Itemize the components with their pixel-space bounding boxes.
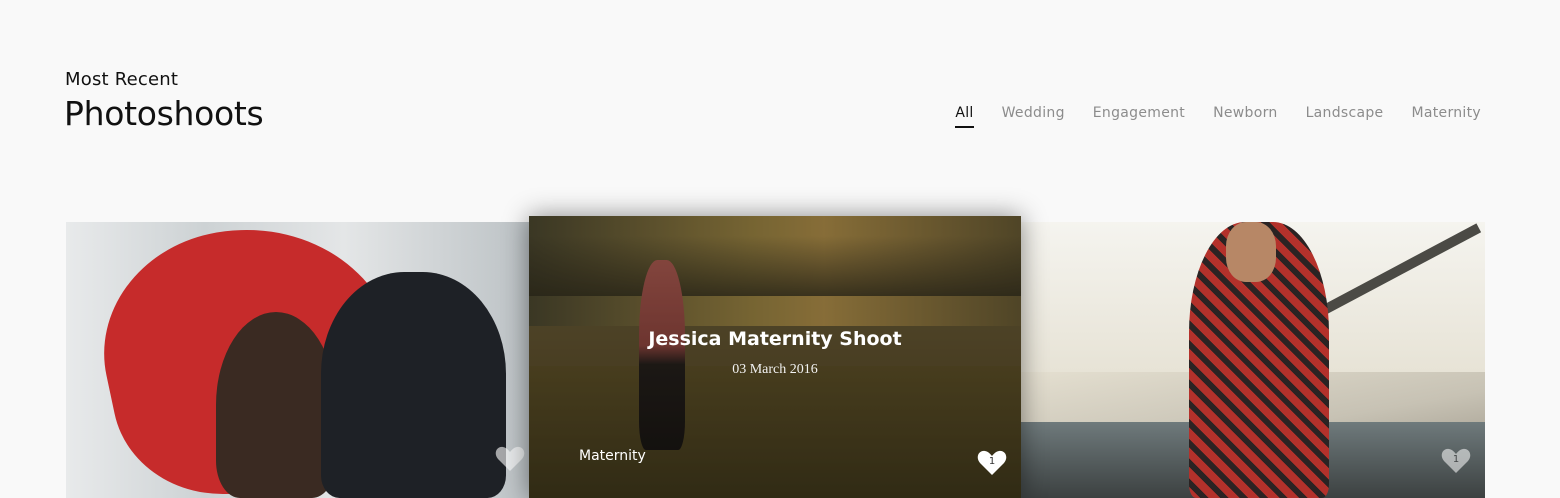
page-title: Photoshoots — [64, 94, 264, 133]
filter-wedding[interactable]: Wedding — [1002, 105, 1065, 128]
like-heart-icon[interactable]: 1 — [1441, 448, 1471, 474]
portfolio-card-maternity[interactable]: Jessica Maternity Shoot 03 March 2016 Ma… — [529, 216, 1021, 498]
like-count: 1 — [1452, 454, 1460, 465]
filter-maternity[interactable]: Maternity — [1411, 105, 1481, 128]
portfolio-filter-nav: All Wedding Engagement Newborn Landscape… — [955, 105, 1481, 128]
filter-all[interactable]: All — [955, 105, 974, 128]
woman-figure — [216, 312, 336, 498]
like-count: 1 — [988, 456, 996, 467]
like-heart-icon[interactable]: 1 — [977, 450, 1007, 476]
portfolio-card-engagement[interactable] — [66, 222, 529, 498]
man-head — [1226, 222, 1276, 282]
card-date: 03 March 2016 — [732, 362, 818, 377]
like-heart-icon[interactable] — [495, 446, 525, 472]
card-category[interactable]: Maternity — [579, 448, 646, 464]
man-figure — [321, 272, 506, 498]
section-eyebrow: Most Recent — [65, 69, 179, 90]
filter-landscape[interactable]: Landscape — [1306, 105, 1384, 128]
portfolio-card-portrait[interactable]: 1 — [1021, 222, 1485, 498]
filter-engagement[interactable]: Engagement — [1093, 105, 1185, 128]
filter-newborn[interactable]: Newborn — [1213, 105, 1277, 128]
card-title[interactable]: Jessica Maternity Shoot — [529, 328, 1021, 350]
